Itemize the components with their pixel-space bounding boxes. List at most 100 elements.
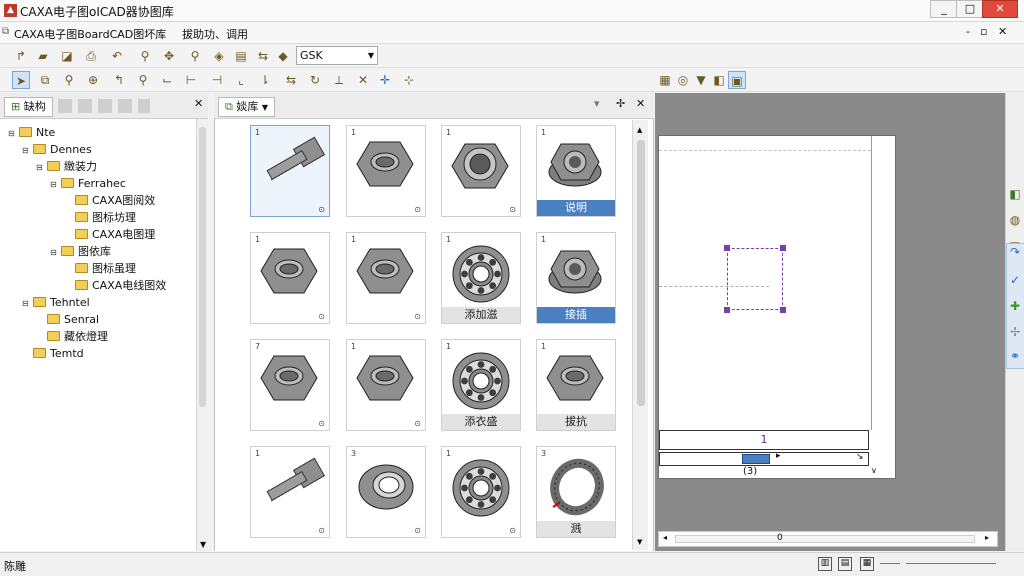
offset-icon[interactable]: ⇂ — [256, 71, 274, 89]
part-card[interactable]: 1 ⊙ — [441, 125, 521, 217]
tree-item[interactable]: Senral — [8, 311, 198, 328]
status-snap-icon[interactable]: ▦ — [860, 557, 874, 571]
tree-item[interactable]: ⊟ 图依库 — [8, 243, 198, 260]
handle-bl[interactable] — [724, 307, 730, 313]
tree-item[interactable]: ⊟ Ferrahec — [8, 175, 198, 192]
handle-br[interactable] — [780, 307, 786, 313]
curve-icon[interactable]: ↷ — [1006, 243, 1024, 261]
open-folder-icon[interactable]: ▰ — [34, 47, 52, 65]
tree-scrollbar-thumb[interactable] — [199, 127, 206, 407]
part-card[interactable]: 7 ⊙ — [250, 339, 330, 431]
collapse-icon[interactable]: ⊟ — [50, 176, 59, 193]
input-strip[interactable]: ▸ ↘ — [659, 451, 869, 466]
tree-item[interactable]: CAXA图阅效 — [8, 192, 198, 209]
polyline-icon[interactable]: ⌞ — [232, 71, 250, 89]
part-card[interactable]: 1 拔抗 — [536, 339, 616, 431]
part-card-caption[interactable]: 溅 — [537, 521, 615, 537]
layers-icon[interactable]: ◧ — [1006, 185, 1024, 203]
dropdown-arrow-icon[interactable]: ▸ — [776, 451, 781, 461]
layer-icon[interactable]: ◈ — [210, 47, 228, 65]
tree-item[interactable]: 图标坊理 — [8, 209, 198, 226]
tree-item[interactable]: ⊟ 緻装力 — [8, 158, 198, 175]
collapse-icon[interactable]: ⊟ — [22, 142, 31, 159]
hatch-icon[interactable]: ⊹ — [400, 71, 418, 89]
scroll-down-arrow-icon[interactable]: ▼ — [637, 538, 642, 546]
title-block[interactable]: 1 — [659, 430, 869, 450]
doc-restore-button[interactable]: ▫ — [980, 25, 987, 38]
extend-icon[interactable]: ⟂ — [330, 71, 348, 89]
library-scrollbar-thumb[interactable] — [637, 140, 645, 406]
tree-item[interactable]: ⊟ Dennes — [8, 141, 198, 158]
part-card[interactable]: 1 说明 — [536, 125, 616, 217]
line-icon[interactable]: ⊣ — [208, 71, 226, 89]
zoom-window-icon[interactable]: ⚲ — [186, 47, 204, 65]
part-card[interactable]: 1 ⊙ — [346, 232, 426, 324]
search-icon[interactable]: ⚲ — [60, 71, 78, 89]
part-card-caption[interactable]: 添加滋 — [442, 307, 520, 323]
tree-item[interactable]: 藏依燈理 — [8, 328, 198, 345]
drawing-canvas-area[interactable]: 1 ▸ ↘ (3) ∨ ◂ 0 ▸ — [655, 93, 1005, 551]
part-card[interactable]: 1 ⊙ — [346, 125, 426, 217]
collapse-icon[interactable]: ⊟ — [8, 125, 17, 142]
zoom-in-icon[interactable]: ⊕ — [84, 71, 102, 89]
layer-toggle-icon[interactable]: ◧ — [710, 71, 728, 89]
new-file-icon[interactable]: ↱ — [12, 47, 30, 65]
doc-minimize-button[interactable]: - — [966, 25, 970, 38]
print-icon[interactable]: ⎙ — [82, 47, 100, 65]
tab-structure[interactable]: ⊞ 缺构 — [4, 97, 53, 117]
measure-icon[interactable]: ⚲ — [134, 71, 152, 89]
collapse-icon[interactable]: ⊟ — [50, 244, 59, 261]
tree-item[interactable]: ⊟ Tehntel — [8, 294, 198, 311]
maximize-button[interactable]: □ — [956, 0, 984, 18]
pan-icon[interactable]: ✥ — [160, 47, 178, 65]
horizontal-scrollbar[interactable]: ◂ 0 ▸ — [658, 531, 998, 547]
doc-close-button[interactable]: ✕ — [998, 25, 1007, 38]
part-card[interactable]: 1 接插 — [536, 232, 616, 324]
handle-tl[interactable] — [724, 245, 730, 251]
part-card[interactable]: 3 ⊙ — [346, 446, 426, 538]
part-card[interactable]: 1 ⊙ — [250, 125, 330, 217]
tree-item[interactable]: Temtd — [8, 345, 198, 362]
select-arrow-icon[interactable]: ➤ — [12, 71, 30, 89]
undo-icon[interactable]: ↶ — [108, 47, 126, 65]
ortho-icon[interactable]: ◎ — [674, 71, 692, 89]
rotate-icon[interactable]: ↻ — [306, 71, 324, 89]
pin-button[interactable]: ✢ — [616, 97, 625, 110]
scroll-up-arrow-icon[interactable]: ▲ — [637, 126, 642, 134]
grid-icon[interactable]: ▦ — [656, 71, 674, 89]
color-icon[interactable]: ◆ — [274, 47, 292, 65]
arc-icon[interactable]: ↰ — [110, 71, 128, 89]
close-window-button[interactable]: ✕ — [982, 0, 1018, 18]
doc-title-menu[interactable]: CAXA电子图BoardCAD图坏库 — [14, 26, 166, 42]
tree-scrollbar[interactable] — [196, 119, 208, 551]
panel-close-button[interactable]: ✕ — [194, 97, 203, 110]
mirror-icon[interactable]: ✕ — [354, 71, 372, 89]
zoom-icon[interactable]: ⚲ — [136, 47, 154, 65]
part-card[interactable]: 1 ⊙ — [441, 446, 521, 538]
hscroll-track[interactable] — [675, 535, 975, 543]
selection-box[interactable] — [724, 245, 786, 313]
handle-tr[interactable] — [780, 245, 786, 251]
tree-item[interactable]: ⊟ Nte — [8, 124, 198, 141]
crosshair-icon[interactable]: ✛ — [376, 71, 394, 89]
layer-combo[interactable]: GSK ▼ — [296, 46, 378, 65]
snap-point-icon[interactable]: ✢ — [1006, 323, 1024, 341]
part-card-caption[interactable]: 添衣盛 — [442, 414, 520, 430]
part-card-caption[interactable]: 拔抗 — [537, 414, 615, 430]
scroll-left-arrow-icon[interactable]: ◂ — [663, 533, 667, 542]
status-mode-icon[interactable]: ▥ — [818, 557, 832, 571]
part-card[interactable]: 1 ⊙ — [346, 339, 426, 431]
link-icon[interactable]: ⚭ — [1006, 347, 1024, 365]
globe-icon[interactable]: ◍ — [1006, 211, 1024, 229]
dock-icon[interactable]: ▾ — [594, 97, 600, 110]
scroll-down-arrow-icon[interactable]: ▼ — [200, 540, 206, 549]
view-mode-icon[interactable]: ▣ — [728, 71, 746, 89]
tab-library[interactable]: ⧉ 婒库 ▼ — [218, 97, 276, 117]
part-card[interactable]: 1 添加滋 — [441, 232, 521, 324]
status-grid-icon[interactable]: ▤ — [838, 557, 852, 571]
add-icon[interactable]: ✚ — [1006, 297, 1024, 315]
part-card[interactable]: 1 ⊙ — [250, 446, 330, 538]
menu-extra[interactable]: 拔助功、调用 — [182, 26, 248, 42]
copy-icon[interactable]: ⧉ — [36, 71, 54, 89]
part-card[interactable]: 3溅 — [536, 446, 616, 538]
